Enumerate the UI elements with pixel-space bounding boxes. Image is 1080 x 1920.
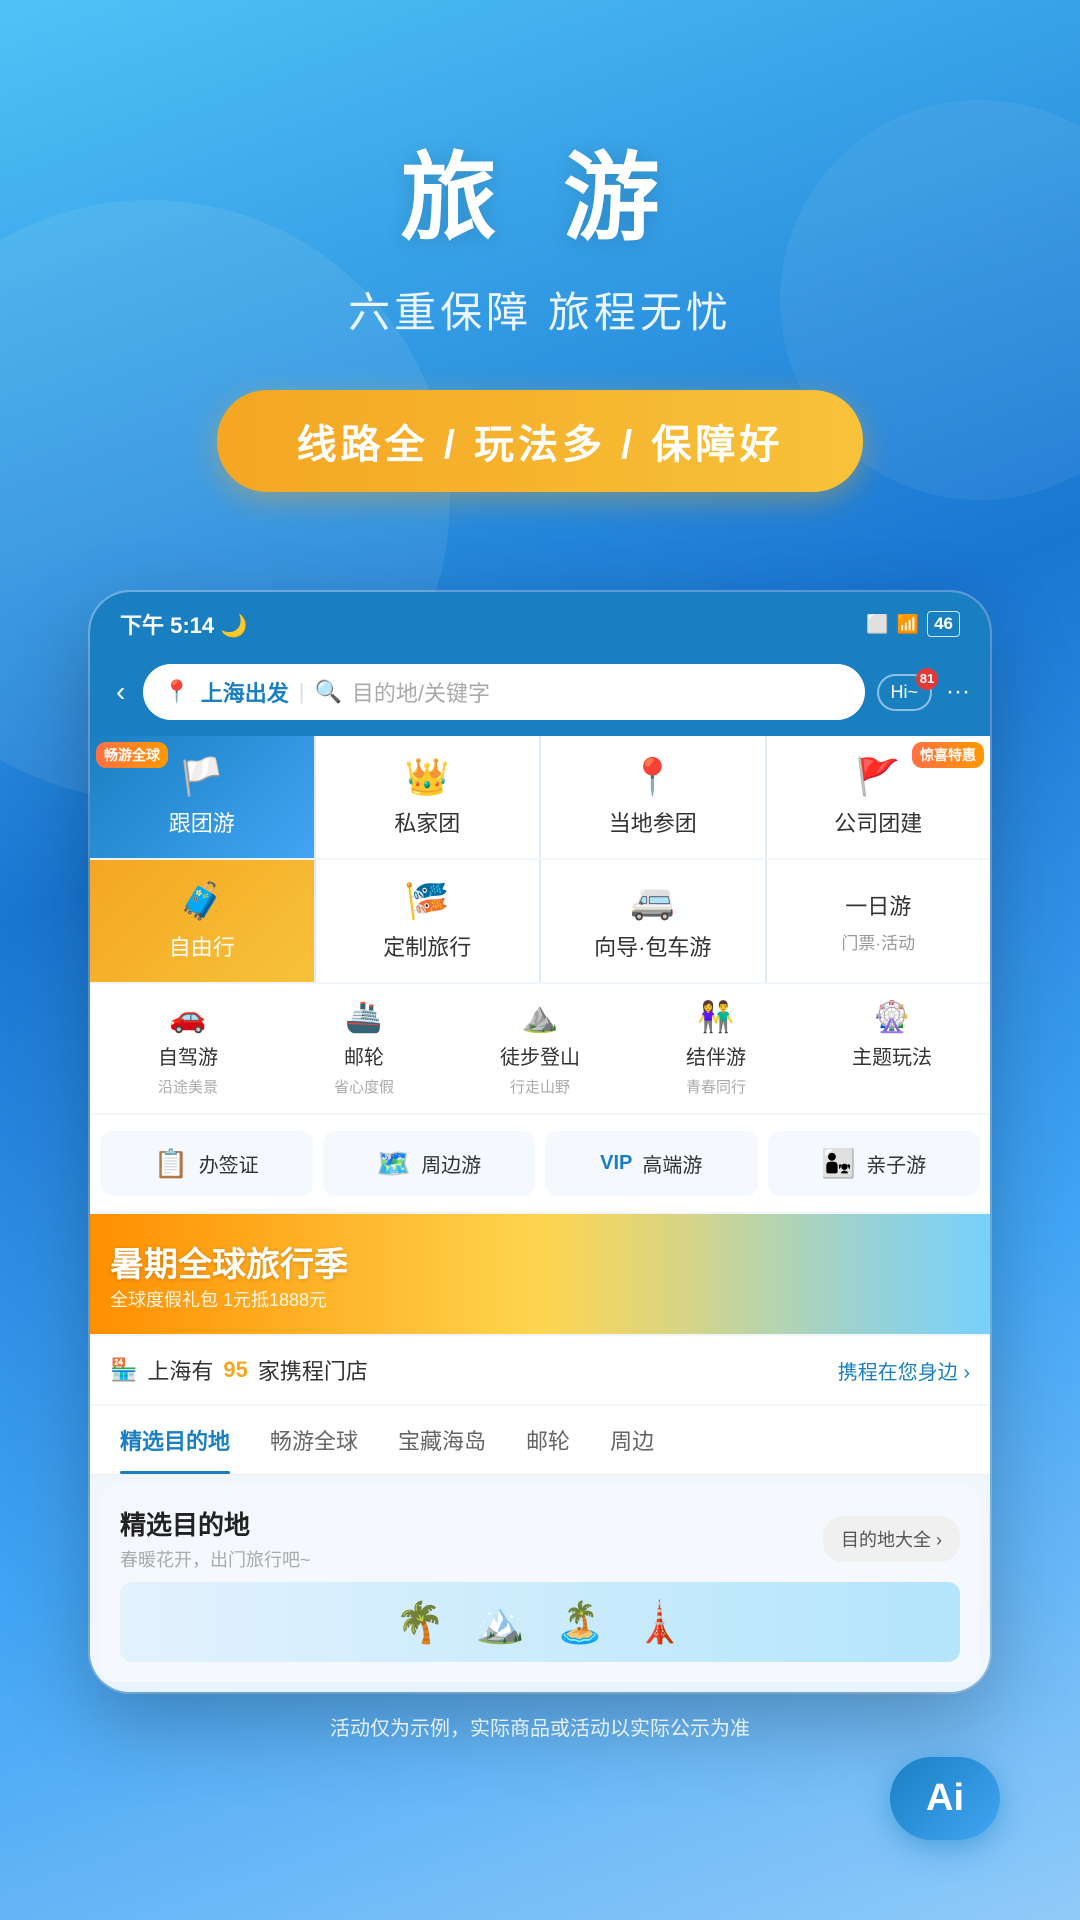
search-placeholder: 目的地/关键字: [352, 676, 490, 708]
dest-section: 精选目的地 春暖花开，出门旅行吧~ 目的地大全 › 🌴 🏔️ 🏝️ 🗼: [100, 1485, 980, 1682]
small-sub-tubu: 行走山野: [510, 1076, 570, 1097]
grid-label-dingzhi: 定制旅行: [383, 930, 471, 962]
hi-badge[interactable]: Hi~ 81: [877, 674, 933, 711]
wifi-icon: 📶: [897, 614, 919, 635]
store-suffix: 家携程门店: [258, 1354, 368, 1386]
phone-wrapper: 下午 5:14 🌙 ⬜ 📶 46 ‹ 📍 上海出发 | 🔍 目的地/关键字 Hi…: [0, 592, 1080, 1692]
badge-jingxi: 惊喜特惠: [912, 742, 984, 768]
grid-label-yiri: 一日游: [845, 889, 911, 921]
store-info-left: 🏪 上海有 95 家携程门店: [110, 1354, 368, 1386]
store-count: 95: [223, 1357, 247, 1383]
store-link[interactable]: 携程在您身边 ›: [838, 1356, 970, 1385]
tab-zhoubian[interactable]: 周边: [590, 1406, 674, 1474]
grid-item-xiangdao[interactable]: 🚐 向导·包车游: [541, 860, 765, 982]
grid-item-yiritour[interactable]: 一日游 门票·活动: [767, 860, 991, 982]
back-button[interactable]: ‹: [110, 670, 131, 714]
header-icons: Hi~ 81 ···: [877, 674, 971, 711]
service-label-gaoduan: 高端游: [642, 1149, 702, 1178]
grid-row-1: 畅游全球 🏳️ 跟团游 👑 私家团 📍 当地参团 惊喜特惠 🚩: [90, 736, 990, 858]
status-icons: ⬜ 📶 46: [866, 611, 960, 637]
tab-jingxuan[interactable]: 精选目的地: [100, 1406, 250, 1474]
grid-sublabel-menpiao: 门票·活动: [841, 929, 915, 954]
disclaimer: 活动仅为示例，实际商品或活动以实际公示为准: [0, 1692, 1080, 1761]
small-icon-zijia[interactable]: 🚗 自驾游 沿途美景: [100, 1000, 276, 1097]
ai-button[interactable]: Ai: [890, 1757, 1000, 1840]
hero-title: 旅 游: [40, 120, 1040, 259]
service-label-qianzheng: 办签证: [199, 1149, 259, 1178]
service-gaoduan[interactable]: VIP 高端游: [545, 1131, 758, 1196]
banner-main-text: 暑期全球旅行季: [110, 1237, 348, 1286]
status-time: 下午 5:14 🌙: [120, 608, 248, 640]
grid-item-jiantuan[interactable]: 畅游全球 🏳️ 跟团游: [90, 736, 314, 858]
service-label-zhoulian: 周边游: [421, 1149, 481, 1178]
small-icon-jiebanyou[interactable]: 👫 结伴游 青春同行: [628, 1000, 804, 1097]
dest-cards: 🌴 🏔️ 🏝️ 🗼: [120, 1582, 960, 1662]
tab-changyou[interactable]: 畅游全球: [250, 1406, 378, 1474]
battery-icon: 46: [927, 611, 960, 637]
small-sub-youlun: 省心度假: [334, 1076, 394, 1097]
small-icon-youlun[interactable]: 🚢 邮轮 省心度假: [276, 1000, 452, 1097]
hi-label: Hi~: [891, 682, 919, 702]
tab-baozang[interactable]: 宝藏海岛: [378, 1406, 506, 1474]
more-icon[interactable]: ···: [946, 678, 970, 706]
grid-label-tuanjian: 公司团建: [834, 806, 922, 838]
store-prefix: 上海有: [147, 1354, 213, 1386]
grid-label-xiangdao: 向导·包车游: [594, 930, 711, 962]
grid-label-dangdi: 当地参团: [609, 806, 697, 838]
hero-section: 旅 游 六重保障 旅程无忧 线路全 / 玩法多 / 保障好: [0, 0, 1080, 552]
small-label-zhuti: 主题玩法: [852, 1041, 932, 1070]
tabs-row: 精选目的地 畅游全球 宝藏海岛 邮轮 周边: [90, 1406, 990, 1475]
banner-sub-text: 全球度假礼包 1元抵1888元: [110, 1286, 348, 1312]
dest-all-link[interactable]: 目的地大全 ›: [823, 1516, 960, 1562]
search-icon: 🔍: [314, 679, 341, 705]
grid-item-tuanjian[interactable]: 惊喜特惠 🚩 公司团建: [767, 736, 991, 858]
small-label-zijia: 自驾游: [158, 1041, 218, 1070]
promo-banner[interactable]: 暑期全球旅行季 全球度假礼包 1元抵1888元: [90, 1214, 990, 1334]
small-icon-tubu[interactable]: ⛰️ 徒步登山 行走山野: [452, 1000, 628, 1097]
search-bar[interactable]: 📍 上海出发 | 🔍 目的地/关键字: [143, 664, 864, 720]
service-qianzheng[interactable]: 📋 办签证: [100, 1131, 313, 1196]
departure-city: 上海出发: [201, 676, 289, 708]
grid-label-jiantuan: 跟团游: [169, 806, 235, 838]
tab-youlun[interactable]: 邮轮: [506, 1406, 590, 1474]
small-label-tubu: 徒步登山: [500, 1041, 580, 1070]
service-label-qinzi: 亲子游: [866, 1149, 926, 1178]
store-info: 🏪 上海有 95 家携程门店 携程在您身边 ›: [90, 1336, 990, 1404]
grid-item-sijiatuan[interactable]: 👑 私家团: [316, 736, 540, 858]
notification-count: 81: [916, 668, 938, 690]
screen-icon: ⬜: [866, 614, 888, 635]
phone-mockup: 下午 5:14 🌙 ⬜ 📶 46 ‹ 📍 上海出发 | 🔍 目的地/关键字 Hi…: [90, 592, 990, 1692]
grid-label-sijia: 私家团: [394, 806, 460, 838]
hero-subtitle: 六重保障 旅程无忧: [40, 279, 1040, 340]
service-tags: 📋 办签证 🗺️ 周边游 VIP 高端游 👨‍👧 亲子游: [90, 1115, 990, 1212]
service-qinzi[interactable]: 👨‍👧 亲子游: [768, 1131, 981, 1196]
dest-header: 精选目的地 春暖花开，出门旅行吧~ 目的地大全 ›: [120, 1505, 960, 1572]
grid-row-2: 🧳 自由行 🎏 定制旅行 🚐 向导·包车游 一日游 门票·活动: [90, 860, 990, 982]
service-zhoubianyou[interactable]: 🗺️ 周边游: [323, 1131, 536, 1196]
grid-item-ziyouxing[interactable]: 🧳 自由行: [90, 860, 314, 982]
small-icon-zhuti[interactable]: 🎡 主题玩法: [804, 1000, 980, 1097]
app-content: 畅游全球 🏳️ 跟团游 👑 私家团 📍 当地参团 惊喜特惠 🚩: [90, 736, 990, 1682]
small-sub-zijia: 沿途美景: [158, 1076, 218, 1097]
hero-badge[interactable]: 线路全 / 玩法多 / 保障好: [217, 390, 864, 492]
small-sub-jiebanyou: 青春同行: [686, 1076, 746, 1097]
small-icons-row: 🚗 自驾游 沿途美景 🚢 邮轮 省心度假 ⛰️ 徒步登山 行走山野 👫 结伴游: [90, 984, 990, 1113]
dest-title: 精选目的地: [120, 1505, 311, 1542]
store-icon: 🏪: [110, 1357, 137, 1383]
dest-subtitle: 春暖花开，出门旅行吧~: [120, 1546, 311, 1572]
grid-item-dingzhi[interactable]: 🎏 定制旅行: [316, 860, 540, 982]
location-pin-icon: 📍: [163, 679, 190, 705]
app-header: ‹ 📍 上海出发 | 🔍 目的地/关键字 Hi~ 81 ···: [90, 652, 990, 736]
grid-item-dangdi[interactable]: 📍 当地参团: [541, 736, 765, 858]
status-bar: 下午 5:14 🌙 ⬜ 📶 46: [90, 592, 990, 652]
banner-decor: [690, 1214, 990, 1334]
badge-changyu: 畅游全球: [96, 742, 168, 768]
grid-label-ziyou: 自由行: [169, 930, 235, 962]
small-label-jiebanyou: 结伴游: [686, 1041, 746, 1070]
small-label-youlun: 邮轮: [344, 1041, 384, 1070]
